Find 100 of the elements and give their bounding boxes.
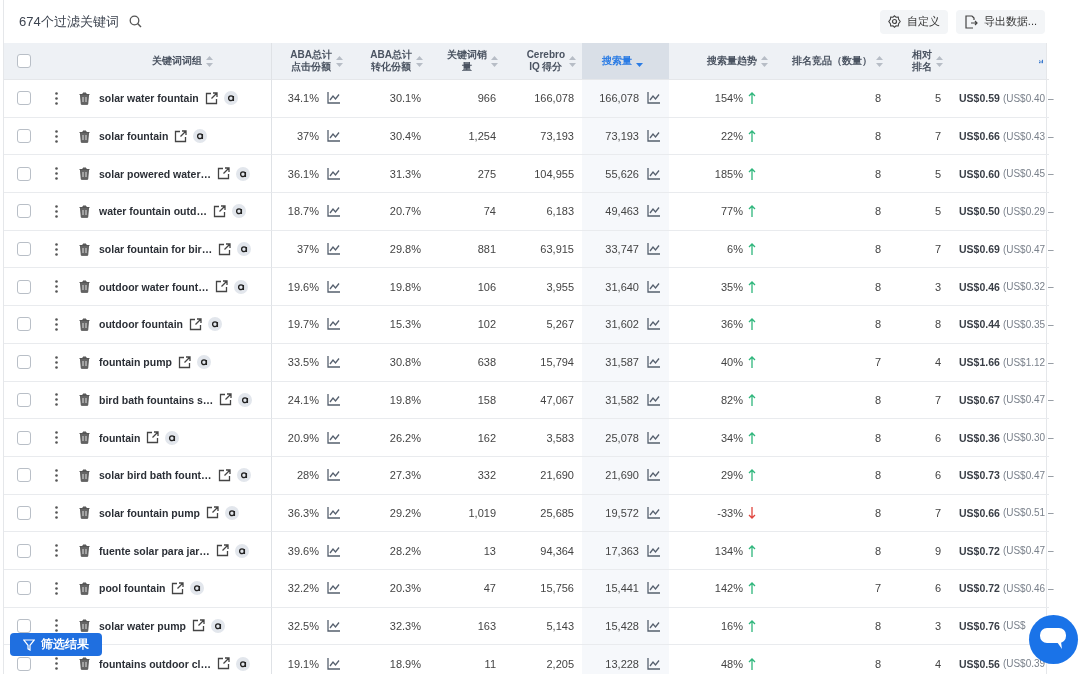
more-icon[interactable] (55, 204, 58, 218)
trend-chart-icon[interactable] (647, 431, 661, 444)
keyword-text[interactable]: water fountain outd… (99, 205, 207, 218)
row-checkbox[interactable] (17, 656, 31, 671)
amazon-icon[interactable] (223, 91, 238, 106)
amazon-icon[interactable] (236, 166, 251, 181)
trash-icon[interactable] (78, 167, 90, 181)
more-icon[interactable] (55, 242, 58, 256)
row-checkbox[interactable] (17, 279, 31, 294)
column-header[interactable]: 关键词销 量 (429, 43, 504, 80)
external-link-icon[interactable] (217, 468, 231, 482)
trend-chart-icon[interactable] (327, 657, 341, 670)
more-icon[interactable] (55, 581, 58, 595)
trend-chart-icon[interactable] (327, 469, 341, 482)
keyword-text[interactable]: fountain (99, 431, 141, 444)
trash-icon[interactable] (78, 280, 90, 294)
external-link-icon[interactable] (191, 619, 205, 633)
amazon-icon[interactable] (210, 618, 225, 633)
trend-chart-icon[interactable] (647, 582, 661, 595)
trend-chart-icon[interactable] (647, 318, 661, 331)
external-link-icon[interactable] (215, 544, 229, 558)
row-checkbox[interactable] (17, 204, 31, 219)
trend-chart-icon[interactable] (647, 393, 661, 406)
amazon-icon[interactable] (208, 317, 222, 332)
trash-icon[interactable] (78, 581, 90, 595)
trash-icon[interactable] (78, 129, 90, 143)
trend-chart-icon[interactable] (327, 318, 341, 331)
trend-chart-icon[interactable] (647, 506, 661, 519)
column-header[interactable]: 排名竞品（数量） (774, 43, 889, 80)
trash-icon[interactable] (78, 544, 90, 558)
amazon-icon[interactable] (237, 242, 252, 257)
trend-chart-icon[interactable] (327, 130, 341, 143)
amazon-icon[interactable] (233, 279, 248, 294)
column-header[interactable]: 关键词词组 (99, 43, 272, 80)
column-header[interactable]: 搜索量趋势 (669, 43, 774, 80)
keyword-text[interactable]: fountains outdoor cl… (99, 657, 211, 670)
more-icon[interactable] (55, 506, 58, 520)
amazon-icon[interactable] (196, 355, 211, 370)
keyword-text[interactable]: outdoor water fount… (99, 280, 209, 293)
trend-chart-icon[interactable] (327, 582, 341, 595)
trend-chart-icon[interactable] (647, 469, 661, 482)
amazon-icon[interactable] (190, 581, 205, 596)
more-icon[interactable] (55, 280, 58, 294)
keyword-text[interactable]: bird bath fountains s… (99, 393, 214, 406)
trend-chart-icon[interactable] (327, 243, 341, 256)
trash-icon[interactable] (78, 393, 90, 407)
trend-chart-icon[interactable] (647, 130, 661, 143)
trend-chart-icon[interactable] (327, 167, 341, 180)
search-icon[interactable] (128, 15, 142, 28)
more-icon[interactable] (55, 91, 58, 105)
trash-icon[interactable] (78, 317, 90, 331)
more-icon[interactable] (55, 544, 58, 558)
trash-icon[interactable] (78, 204, 90, 218)
keyword-text[interactable]: solar fountain pump (99, 506, 200, 519)
more-icon[interactable] (55, 657, 58, 671)
row-checkbox[interactable] (17, 392, 31, 407)
row-checkbox[interactable] (17, 355, 31, 370)
trend-chart-icon[interactable] (327, 619, 341, 632)
row-checkbox[interactable] (17, 242, 31, 257)
keyword-text[interactable]: solar water pump (99, 619, 186, 632)
row-checkbox[interactable] (17, 468, 31, 483)
trash-icon[interactable] (78, 468, 90, 482)
trend-chart-icon[interactable] (647, 205, 661, 218)
keyword-text[interactable]: fountain pump (99, 356, 172, 369)
column-header[interactable]: 相对 排名 (889, 43, 949, 80)
external-link-icon[interactable] (219, 393, 233, 407)
external-link-icon[interactable] (217, 657, 230, 671)
external-link-icon[interactable] (214, 280, 228, 294)
trend-chart-icon[interactable] (327, 205, 341, 218)
keyword-text[interactable]: pool fountain (99, 582, 166, 595)
row-checkbox[interactable] (17, 317, 31, 332)
trend-chart-icon[interactable] (647, 167, 661, 180)
more-icon[interactable] (55, 355, 58, 369)
keyword-text[interactable]: solar fountain (99, 130, 169, 143)
trash-icon[interactable] (78, 91, 90, 105)
trash-icon[interactable] (78, 355, 90, 369)
external-link-icon[interactable] (218, 242, 232, 256)
amazon-icon[interactable] (224, 505, 239, 520)
trash-icon[interactable] (78, 431, 90, 445)
column-header[interactable]: ABA总计 转化份额 (349, 43, 429, 80)
external-link-icon[interactable] (212, 204, 226, 218)
amazon-icon[interactable] (193, 129, 208, 144)
external-link-icon[interactable] (204, 91, 218, 105)
trash-icon[interactable] (78, 657, 90, 671)
trend-chart-icon[interactable] (647, 356, 661, 369)
column-header[interactable]: ABA总计 点击份额 (272, 43, 349, 80)
row-checkbox[interactable] (17, 505, 31, 520)
row-checkbox[interactable] (17, 543, 31, 558)
amazon-icon[interactable] (236, 468, 251, 483)
external-link-icon[interactable] (174, 129, 188, 143)
external-link-icon[interactable] (217, 167, 231, 181)
amazon-icon[interactable] (165, 430, 180, 445)
trend-chart-icon[interactable] (647, 92, 661, 105)
more-icon[interactable] (55, 129, 58, 143)
trash-icon[interactable] (78, 619, 90, 633)
trend-chart-icon[interactable] (647, 657, 661, 670)
row-checkbox[interactable] (17, 581, 31, 596)
row-checkbox[interactable] (17, 618, 31, 633)
amazon-icon[interactable] (231, 204, 246, 219)
keyword-text[interactable]: solar powered water… (99, 167, 212, 180)
